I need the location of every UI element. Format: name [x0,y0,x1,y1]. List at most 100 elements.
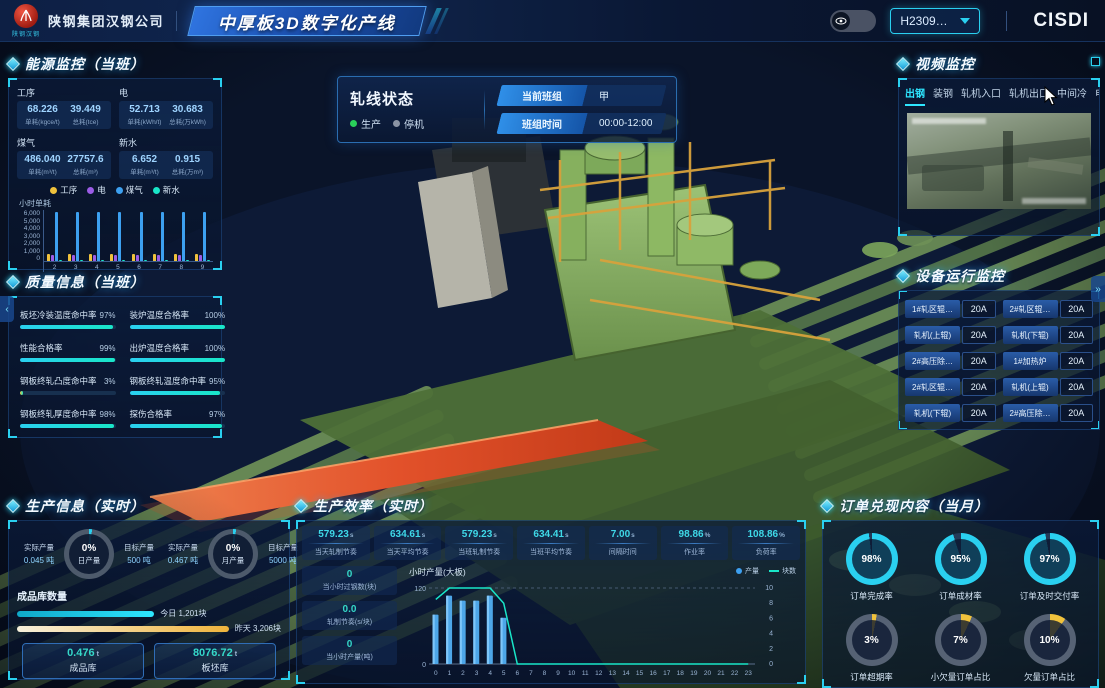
header-divider [176,11,177,31]
chart-legend: 产量 块数 [736,566,796,576]
diamond-icon [6,57,20,71]
device-status-item[interactable]: 轧机(上辊)20A [1003,378,1094,396]
logo-emblem-icon [14,4,38,28]
energy-chart-title: 小时单耗 [19,198,213,209]
dashboard-root: 陕钢汉钢 陕钢集团汉钢公司 中厚板3D数字化产线 H2309… CISDI 能源… [0,0,1105,688]
svg-text:14: 14 [622,670,630,677]
tab-camera-2[interactable]: 轧机入口 [961,85,1001,106]
corner-decoration [898,421,907,430]
svg-text:9: 9 [556,670,560,677]
corner-decoration [1091,421,1100,430]
camera-feed[interactable] [907,113,1091,209]
daily-output-gauge: 实际产量0.045 吨 0%日产量 目标产量500 吨 [17,529,161,579]
diamond-icon [896,269,910,283]
tab-camera-1[interactable]: 装钢 [933,85,953,106]
expand-icon[interactable] [1091,57,1100,66]
svg-text:4: 4 [769,631,773,638]
svg-text:20: 20 [704,670,712,677]
device-status-item[interactable]: 轧机(上辊)20A [905,326,996,344]
camera-tabs: 出钢 装钢 轧机入口 轧机出口 中间冷 电加热 [899,79,1099,106]
svg-text:19: 19 [690,670,698,677]
logo-subtext: 陕钢汉钢 [12,29,40,38]
efficiency-stat-card: 579.23s当天轧制节奏 [302,526,370,560]
line-status-panel: 轧线状态 生产 停机 当前班组 甲 班组时间 00:00-12:00 [337,76,677,143]
corner-decoration [797,520,806,529]
order-gauge: 7% 小欠量订单占比 [918,614,1003,683]
device-status-item[interactable]: 轧机(下辊)20A [1003,326,1094,344]
legend-stopped: 停机 [393,116,424,131]
device-status-item[interactable]: 轧机(下辊)20A [905,404,996,422]
tab-camera-4[interactable]: 中间冷 [1057,85,1087,106]
corner-decoration [1090,679,1099,688]
svg-text:21: 21 [717,670,725,677]
device-status-item[interactable]: 2#轧区辊…20A [1003,300,1094,318]
quality-item: 钢板终轧厚度命中率98% [20,408,116,428]
company-logo: 陕钢汉钢 [12,4,40,38]
svg-text:3: 3 [475,670,479,677]
tab-camera-0[interactable]: 出钢 [905,85,925,106]
visibility-toggle[interactable] [830,10,876,32]
tab-camera-5[interactable]: 电加热 [1095,85,1099,106]
svg-text:11: 11 [582,670,589,677]
corner-decoration [281,520,290,529]
chevron-down-icon [960,18,970,24]
svg-text:2: 2 [461,670,465,677]
svg-text:8: 8 [769,600,773,607]
panel-title: 订单兑现内容（当月） [839,496,989,516]
device-status-item[interactable]: 1#加热炉20A [1003,352,1094,370]
efficiency-stat-card: 98.86%作业率 [661,526,729,560]
diamond-icon [294,499,308,513]
svg-text:120: 120 [414,586,426,593]
diamond-icon [896,57,910,71]
shift-time-badge: 班组时间 00:00-12:00 [496,113,666,134]
slab-stock-card: 8076.72t 板坯库 [154,643,276,679]
top-header: 陕钢汉钢 陕钢集团汉钢公司 中厚板3D数字化产线 H2309… CISDI [0,0,1105,42]
svg-text:16: 16 [650,670,658,677]
energy-block: 新水 6.652单耗(m³/t) 0.915总耗(万m³) [119,135,213,179]
svg-text:10: 10 [568,670,576,677]
device-status-item[interactable]: 2#轧区辊…20A [905,378,996,396]
order-gauge: 10% 欠量订单占比 [1007,614,1092,683]
hourly-output-chart: 小时产量(大板) 产量 块数 0123456789101112131415161… [403,566,800,683]
corner-decoration [1091,78,1100,87]
corner-decoration [8,671,17,680]
video-panel: 视频监控 出钢 装钢 轧机入口 轧机出口 中间冷 电加热 [898,54,1100,236]
diamond-icon [6,275,20,289]
production-panel: 生产信息（实时） 实际产量0.045 吨 0%日产量 目标产量500 吨 实际产… [8,496,290,680]
collapse-right-tab[interactable]: » [1091,276,1105,302]
quality-item: 性能合格率99% [20,342,116,362]
energy-legend: 工序 电 煤气 新水 [17,184,213,196]
efficiency-stat-card: 634.61s当天平均节奏 [374,526,442,560]
monthly-output-gauge: 实际产量0.467 吨 0%月产量 目标产量5000 吨 [161,529,305,579]
corner-decoration [1091,227,1100,236]
legend-production: 生产 [350,116,381,131]
corner-decoration [898,227,907,236]
corner-decoration [213,78,222,87]
tab-camera-3[interactable]: 轧机出口 [1009,85,1049,106]
device-status-item[interactable]: 2#高压除…20A [1003,404,1094,422]
corner-decoration [8,429,17,438]
status-dot-green [350,120,357,127]
device-status-item[interactable]: 1#轧区辊…20A [905,300,996,318]
svg-text:18: 18 [677,670,685,677]
feed-caption-overlay [1022,198,1086,204]
device-status-item[interactable]: 2#高压除…20A [905,352,996,370]
energy-block: 煤气 486.040单耗(m³/t) 27757.6总耗(m³) [17,135,111,179]
feed-timestamp-overlay [912,118,986,124]
heat-number-dropdown[interactable]: H2309… [890,8,980,34]
heat-number-value: H2309… [900,14,947,28]
corner-decoration [213,429,222,438]
panel-title: 设备运行监控 [915,266,1005,286]
svg-text:6: 6 [769,615,773,622]
finished-stock-card: 0.476t 成品库 [22,643,144,679]
collapse-left-tab[interactable]: ‹ [0,296,14,322]
corner-decoration [213,261,222,270]
order-gauge: 95% 订单成材率 [918,533,1003,602]
corner-decoration [1090,520,1099,529]
svg-text:23: 23 [745,670,753,677]
efficiency-stat-card: 7.00s间隔时间 [589,526,657,560]
corner-decoration [797,675,806,684]
panel-title: 质量信息（当班） [25,272,145,292]
quality-item: 出炉温度合格率100% [130,342,226,362]
svg-text:7: 7 [529,670,533,677]
